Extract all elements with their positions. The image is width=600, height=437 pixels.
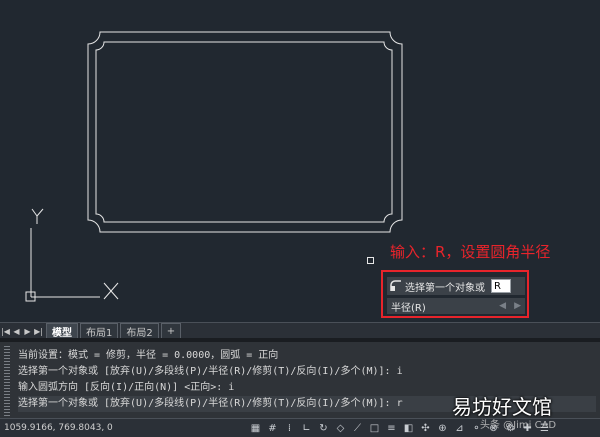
- layout-tab-bar: |◀ ◀ ▶ ▶| 模型 布局1 布局2 +: [0, 322, 600, 339]
- option-prev-icon[interactable]: ◀: [499, 301, 506, 311]
- dynamic-input-field[interactable]: R: [491, 279, 511, 293]
- dynamic-ucs-icon[interactable]: ⊿: [453, 422, 466, 435]
- snap-icon[interactable]: ⁞: [283, 422, 296, 435]
- next-layout-icon[interactable]: ▶: [22, 324, 33, 338]
- dynamic-input-prompt: 选择第一个对象或: [405, 282, 485, 294]
- ucs-icon: [25, 208, 119, 302]
- command-history-line: 选择第一个对象或 [放弃(U)/多段线(P)/半径(R)/修剪(T)/反向(I)…: [18, 366, 403, 377]
- osnap-track-icon[interactable]: ⟋: [351, 422, 364, 435]
- isometric-icon[interactable]: ◇: [334, 422, 347, 435]
- watermark-subtext: 头条 @Jimi CAD: [480, 420, 557, 431]
- fillet-icon: [390, 280, 401, 291]
- transparency-icon[interactable]: ◧: [402, 422, 415, 435]
- pickbox-cursor: [367, 257, 374, 264]
- tab-layout2[interactable]: 布局2: [120, 323, 159, 339]
- command-window-grip[interactable]: [4, 346, 10, 416]
- grid-icon[interactable]: #: [266, 422, 279, 435]
- tab-layout1[interactable]: 布局1: [80, 323, 119, 339]
- tab-model[interactable]: 模型: [46, 323, 78, 339]
- option-next-icon[interactable]: ▶: [514, 301, 521, 311]
- ortho-icon[interactable]: ∟: [300, 422, 313, 435]
- coordinate-readout: 1059.9166, 769.8043, 0: [4, 423, 113, 433]
- prev-layout-icon[interactable]: ◀: [11, 324, 22, 338]
- command-history-line: 当前设置：模式 = 修剪，半径 = 0.0000，圆弧 = 正向: [18, 350, 279, 361]
- drawing-canvas[interactable]: 输入：R，设置圆角半径 选择第一个对象或 R 半径(R) ◀ ▶: [0, 0, 600, 322]
- last-layout-icon[interactable]: ▶|: [33, 324, 44, 338]
- inner-frame: [95, 41, 393, 223]
- 3d-osnap-icon[interactable]: ⊕: [436, 422, 449, 435]
- dynamic-input-option-row[interactable]: 半径(R) ◀ ▶: [387, 298, 525, 314]
- radius-option[interactable]: 半径(R): [391, 299, 426, 314]
- lineweight-icon[interactable]: ≡: [385, 422, 398, 435]
- selection-cycling-icon[interactable]: ✣: [419, 422, 432, 435]
- tab-add-layout[interactable]: +: [160, 323, 182, 338]
- outer-frame: [87, 31, 403, 233]
- osnap-icon[interactable]: □: [368, 422, 381, 435]
- dynamic-input-prompt-row: 选择第一个对象或 R: [387, 277, 525, 295]
- model-space-icon[interactable]: ▦: [249, 422, 262, 435]
- annotation-text: 输入：R，设置圆角半径: [390, 243, 551, 261]
- polar-icon[interactable]: ↻: [317, 422, 330, 435]
- first-layout-icon[interactable]: |◀: [0, 324, 11, 338]
